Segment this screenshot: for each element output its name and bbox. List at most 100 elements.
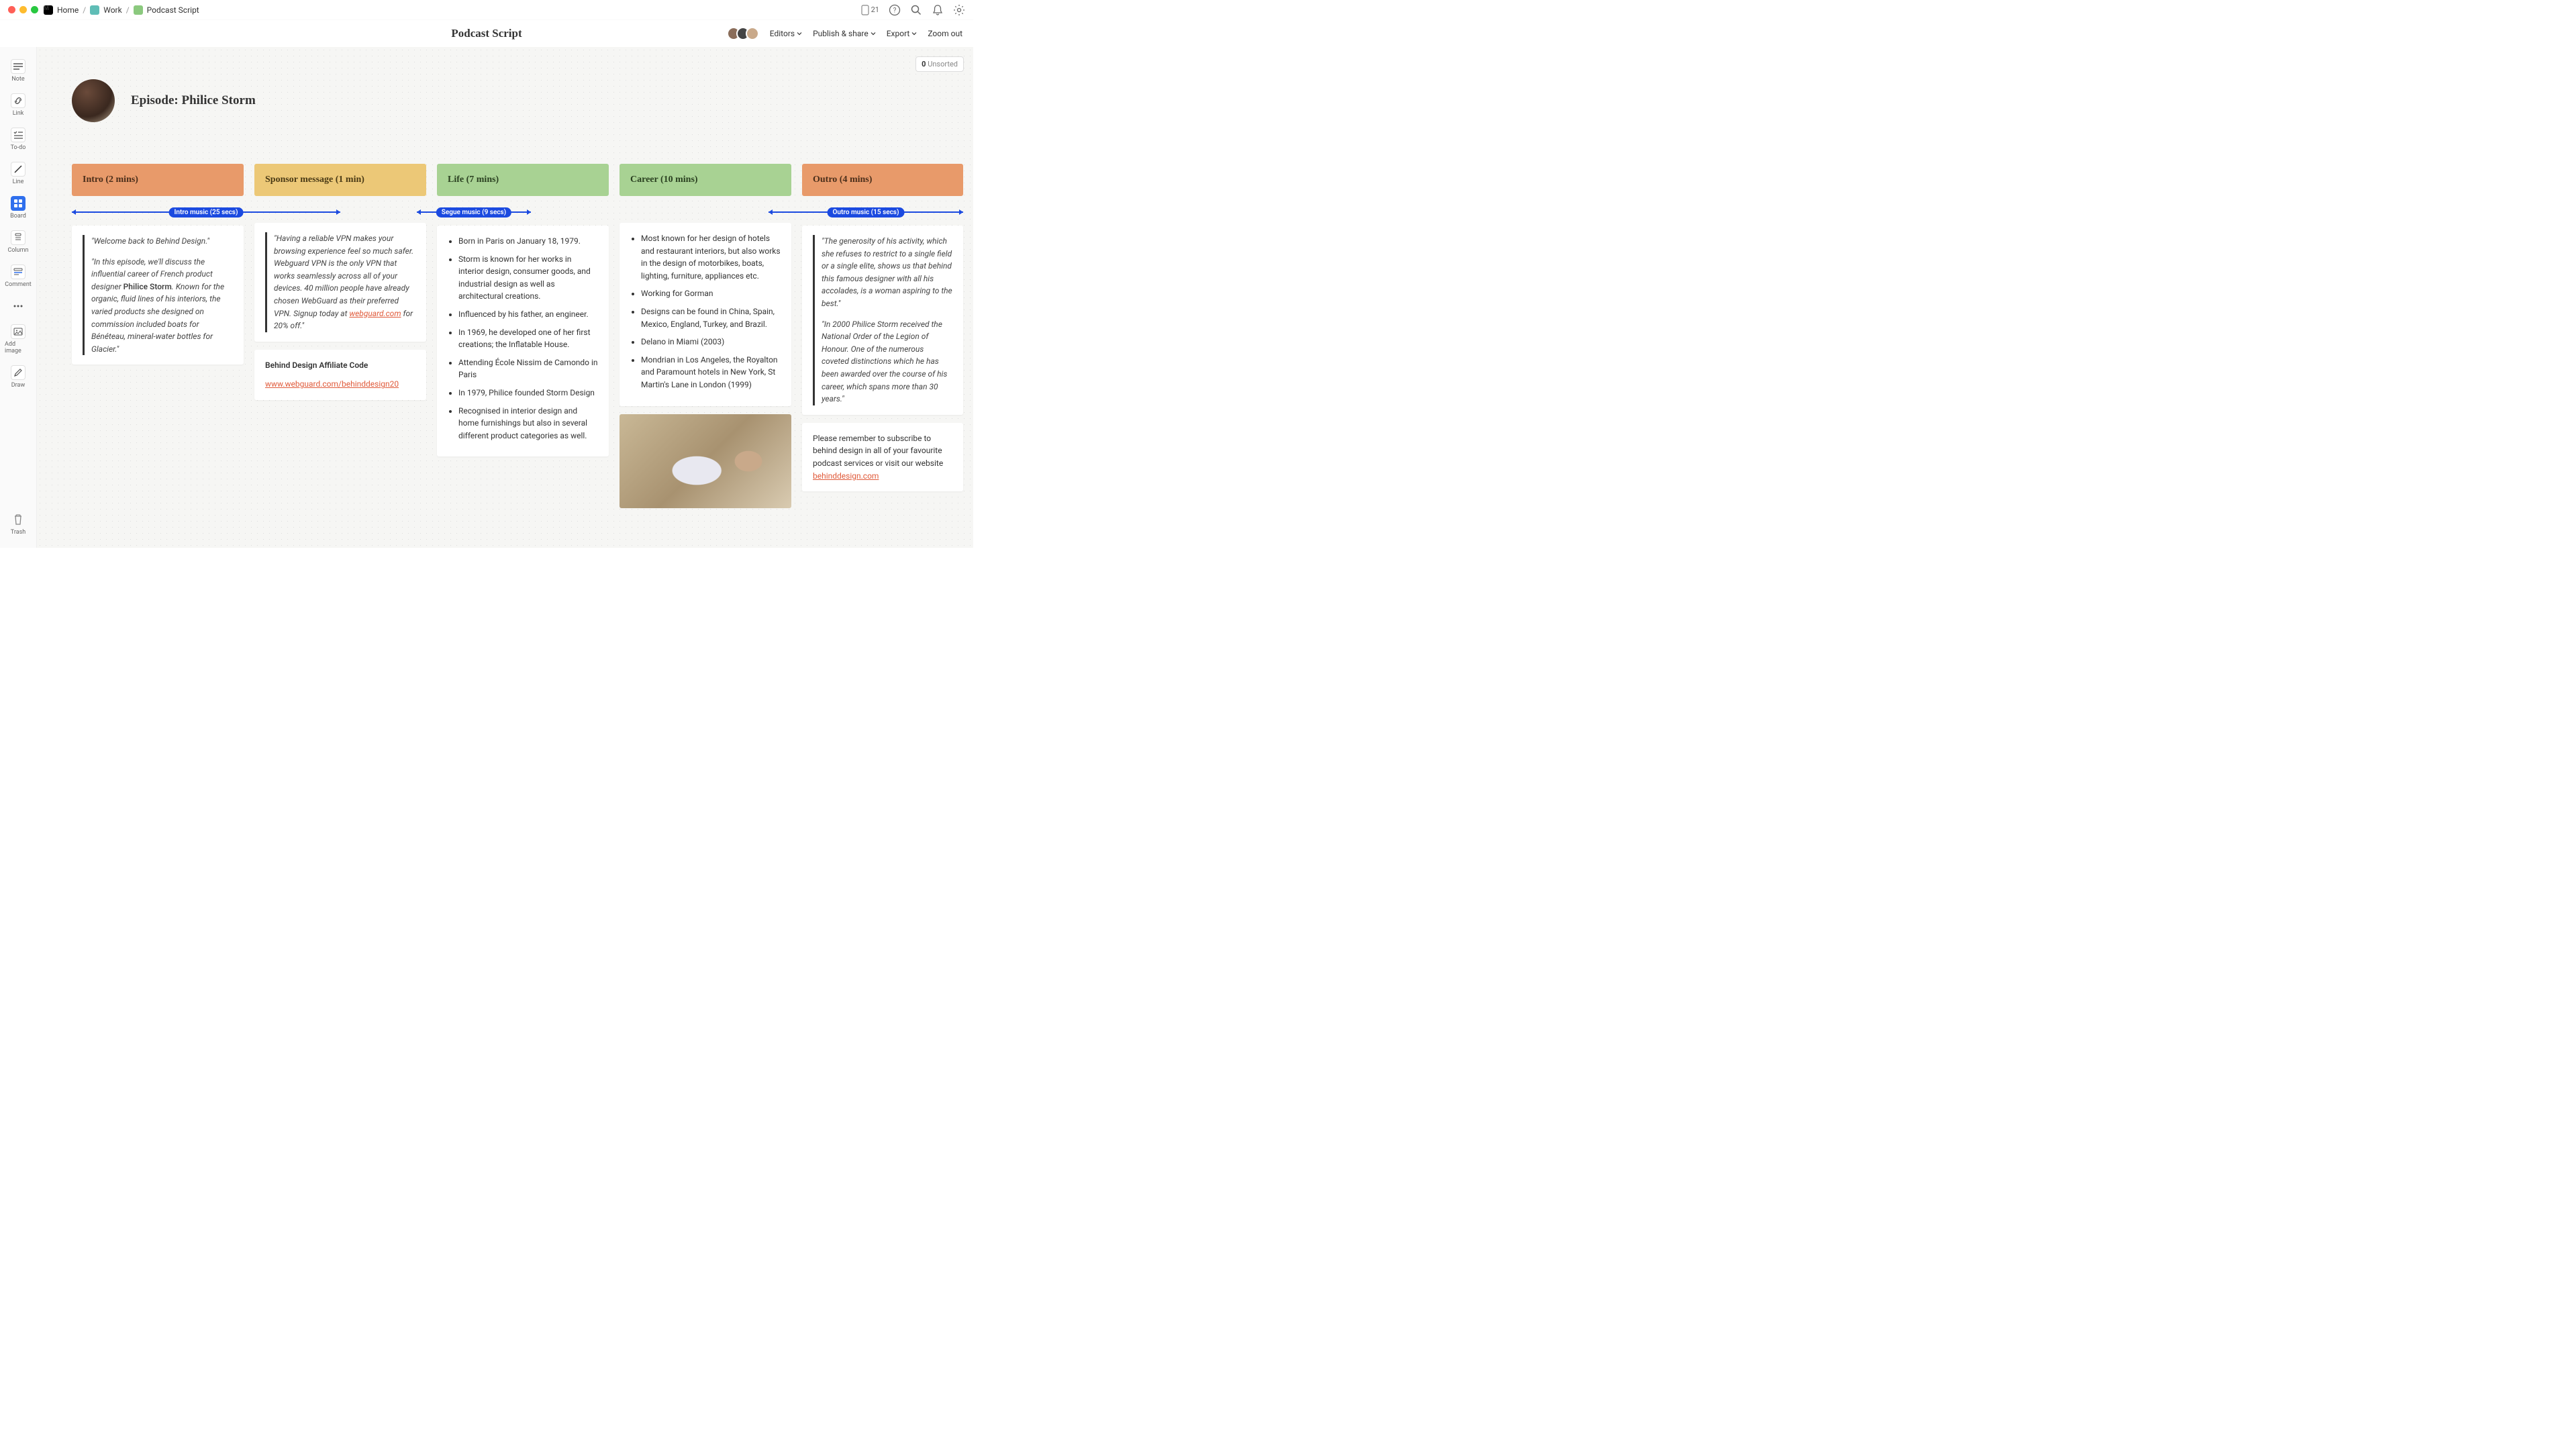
image-card[interactable] [620,414,791,508]
doc-badge-icon [134,5,143,15]
note-card[interactable]: Most known for her design of hotels and … [620,223,791,406]
column-icon [11,230,26,245]
music-cue-intro[interactable]: Intro music (25 secs) [72,207,340,218]
bell-icon[interactable] [932,4,944,16]
column-intro[interactable]: Intro (2 mins) Intro music (25 secs) "We… [72,164,244,508]
mobile-icon [861,5,869,15]
tool-more[interactable] [5,295,32,318]
breadcrumb: M Home / Work / Podcast Script [44,5,199,15]
editors-menu[interactable]: Editors [770,29,802,38]
editors-label: Editors [770,29,795,38]
bullet-list: Born in Paris on January 18, 1979. Storm… [448,235,598,442]
traffic-lights [8,6,38,13]
top-right-actions: 21 ? [861,4,965,16]
music-cue-outro[interactable]: Outro music (15 secs) [769,207,963,218]
tool-comment[interactable]: Comment [5,260,32,292]
image-icon [11,324,26,339]
board-canvas[interactable]: 0 Unsorted Episode: Philice Storm Intro … [37,47,973,548]
list-item: In 1979, Philice founded Storm Design [458,387,598,399]
note-card[interactable]: Born in Paris on January 18, 1979. Storm… [437,226,609,456]
chevron-down-icon [797,31,802,36]
list-item: Working for Gorman [641,287,781,300]
affiliate-link[interactable]: www.webguard.com/behinddesign20 [265,379,399,389]
list-item: Attending École Nissim de Camondo in Par… [458,356,598,381]
tool-sidebar: Note Link To-do Line Board Column Commen… [0,47,37,548]
mobile-badge[interactable]: 21 [861,5,879,15]
quote-text: "Having a reliable VPN makes your browsi… [274,232,415,332]
episode-avatar [72,79,115,122]
search-icon[interactable] [910,4,922,16]
tool-label: Draw [11,382,25,389]
tool-label: Add image [5,341,32,354]
tool-board[interactable]: Board [5,192,32,224]
list-item: Storm is known for her works in interior… [458,253,598,303]
help-icon[interactable]: ? [889,4,901,16]
publish-menu[interactable]: Publish & share [813,29,876,38]
avatar [746,27,759,40]
cue-label: Outro music (15 secs) [828,207,905,218]
comment-icon [11,264,26,279]
music-cue-segue[interactable]: Segue music (9 secs) [417,207,531,218]
zoom-out-button[interactable]: Zoom out [928,29,962,38]
list-item: Influenced by his father, an engineer. [458,308,598,321]
quote-text: "In 2000 Philice Storm received the Nati… [822,318,952,405]
column-life[interactable]: Life (7 mins) Segue music (9 secs) Born … [437,164,609,508]
unsorted-label: Unsorted [928,60,958,68]
todo-icon [11,128,26,142]
column-header[interactable]: Outro (4 mins) [802,164,963,196]
list-item: Recognised in interior design and home f… [458,405,598,442]
note-card[interactable]: Behind Design Affiliate Code www.webguar… [254,350,426,400]
publish-label: Publish & share [813,29,869,38]
chevron-down-icon [871,31,876,36]
export-label: Export [887,29,910,38]
tool-line[interactable]: Line [5,158,32,189]
sponsor-link[interactable]: webguard.com [349,309,401,318]
list-item: Most known for her design of hotels and … [641,232,781,282]
note-card[interactable]: "Having a reliable VPN makes your browsi… [254,223,426,342]
home-badge-icon: M [44,5,53,15]
crumb-doc[interactable]: Podcast Script [147,5,199,15]
more-icon [11,299,26,313]
minimize-window-icon[interactable] [19,6,27,13]
episode-title[interactable]: Episode: Philice Storm [131,93,256,108]
quote-text: "The generosity of his activity, which s… [822,235,952,310]
tool-label: Comment [5,281,31,288]
crumb-sep: / [126,5,130,15]
column-outro[interactable]: Outro (4 mins) Outro music (15 secs) "Th… [802,164,963,508]
export-menu[interactable]: Export [887,29,918,38]
unsorted-badge[interactable]: 0 Unsorted [915,56,964,72]
maximize-window-icon[interactable] [31,6,38,13]
trash-icon [11,512,26,527]
column-career[interactable]: Career (10 mins) Most known for her desi… [620,164,791,508]
tool-draw[interactable]: Draw [5,361,32,393]
affiliate-title: Behind Design Affiliate Code [265,359,415,372]
note-card[interactable]: "Welcome back to Behind Design." "In thi… [72,226,244,365]
column-header[interactable]: Career (10 mins) [620,164,791,196]
tool-add-image[interactable]: Add image [5,320,32,358]
tool-label: Column [7,247,28,254]
tool-note[interactable]: Note [5,55,32,87]
column-header[interactable]: Intro (2 mins) [72,164,244,196]
crumb-home[interactable]: Home [57,5,79,15]
tool-label: Line [13,179,24,185]
column-header[interactable]: Life (7 mins) [437,164,609,196]
window-chrome: M Home / Work / Podcast Script 21 ? [0,0,973,20]
chevron-down-icon [911,31,917,36]
note-card[interactable]: Please remember to subscribe to behind d… [802,423,963,491]
website-link[interactable]: behinddesign.com [813,471,879,481]
collaborator-avatars[interactable] [727,27,759,40]
episode-header: Episode: Philice Storm [72,79,256,122]
close-window-icon[interactable] [8,6,15,13]
tool-link[interactable]: Link [5,89,32,121]
note-card[interactable]: "The generosity of his activity, which s… [802,226,963,415]
tool-column[interactable]: Column [5,226,32,258]
note-icon [11,59,26,74]
doc-header: Podcast Script Editors Publish & share E… [0,20,973,47]
column-header[interactable]: Sponsor message (1 min) [254,164,426,196]
crumb-work[interactable]: Work [103,5,121,15]
list-item: Born in Paris on January 18, 1979. [458,235,598,248]
tool-trash[interactable]: Trash [5,508,32,540]
tool-todo[interactable]: To-do [5,124,32,155]
unsorted-count: 0 [922,60,926,68]
gear-icon[interactable] [953,4,965,16]
